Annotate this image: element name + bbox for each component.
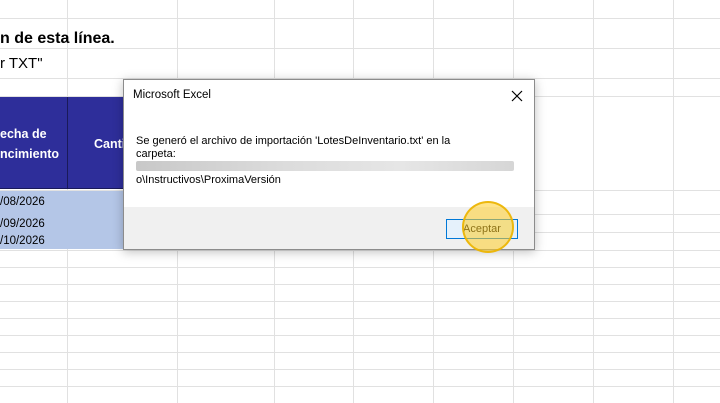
header-label-line2: ncimiento	[0, 147, 60, 161]
grid-line	[0, 18, 720, 19]
grid-line	[0, 301, 720, 302]
grid-line	[593, 0, 594, 403]
grid-line	[0, 335, 720, 336]
grid-line	[0, 267, 720, 268]
redacted-path-bar	[136, 161, 514, 171]
grid-line	[0, 250, 720, 251]
header-label-cantidad: Canti	[94, 137, 126, 151]
close-icon	[511, 90, 523, 102]
dialog-folder-path: o\Instructivos\ProximaVersión	[136, 174, 281, 186]
table-cell-date[interactable]: /08/2026	[0, 196, 45, 208]
header-label-line1: echa de	[0, 127, 47, 141]
dialog-message-line2: carpeta:	[136, 148, 176, 160]
dialog-title: Microsoft Excel	[133, 89, 211, 101]
grid-line	[0, 352, 720, 353]
table-cell-date[interactable]: /09/2026	[0, 218, 45, 230]
accept-button[interactable]: Aceptar	[446, 219, 518, 239]
sheet-subheading: r TXT"	[0, 55, 43, 72]
sheet-heading: n de esta línea.	[0, 30, 115, 47]
table-cell-date[interactable]: /10/2026	[0, 235, 45, 247]
grid-line	[0, 48, 720, 49]
header-cell-cantidad[interactable]: Canti	[68, 97, 128, 189]
message-dialog: Microsoft Excel Se generó el archivo de …	[123, 79, 535, 250]
grid-line	[0, 318, 720, 319]
header-cell-fecha[interactable]: echa de ncimiento	[0, 97, 68, 189]
grid-line	[0, 369, 720, 370]
grid-line	[0, 284, 720, 285]
close-button[interactable]	[502, 83, 532, 109]
grid-line	[0, 386, 720, 387]
grid-line	[673, 0, 674, 403]
dialog-message-line1: Se generó el archivo de importación 'Lot…	[136, 135, 451, 147]
